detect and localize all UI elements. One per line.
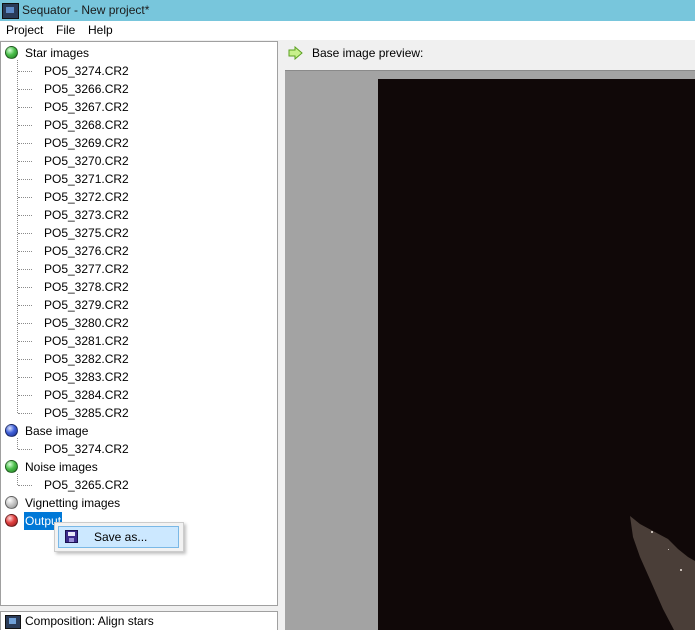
composition-status[interactable]: Composition: Align stars: [25, 614, 154, 628]
menu-bar: Project File Help: [0, 21, 695, 40]
tree-connector: [18, 269, 32, 270]
star: [680, 569, 682, 571]
tree-file-item[interactable]: PO5_3272.CR2: [44, 188, 129, 206]
star: [668, 549, 669, 550]
tree-file-item[interactable]: PO5_3273.CR2: [44, 206, 129, 224]
menu-file[interactable]: File: [55, 23, 76, 37]
tree-file-item[interactable]: PO5_3277.CR2: [44, 260, 129, 278]
tree-connector: [18, 179, 32, 180]
base-image-preview: [378, 79, 695, 630]
window-title: Sequator - New project*: [22, 3, 150, 17]
tree-file-item[interactable]: PO5_3268.CR2: [44, 116, 129, 134]
tree-connector: [18, 323, 32, 324]
tree-file-item[interactable]: PO5_3275.CR2: [44, 224, 129, 242]
tree-connector: [18, 377, 32, 378]
tree-file-item[interactable]: PO5_3282.CR2: [44, 350, 129, 368]
tree-connector: [18, 359, 32, 360]
tree-connector: [18, 251, 32, 252]
floppy-disk-icon: [65, 530, 78, 543]
tree-connector: [18, 233, 32, 234]
preview-area: [285, 70, 695, 630]
foreground-silhouette: [630, 516, 695, 630]
tree-connector: [18, 413, 32, 414]
tree-file-item[interactable]: PO5_3274.CR2: [44, 440, 129, 458]
tree-connector: [18, 107, 32, 108]
save-as-label: Save as...: [94, 530, 148, 544]
tree-file-item[interactable]: PO5_3279.CR2: [44, 296, 129, 314]
tree-connector: [18, 305, 32, 306]
output-status-icon: [5, 514, 18, 527]
sequator-app-icon: [2, 3, 19, 19]
tree-connector: [18, 71, 32, 72]
noise-images-status-icon: [5, 460, 18, 473]
tree-file-item[interactable]: PO5_3265.CR2: [44, 476, 129, 494]
base-image-status-icon: [5, 424, 18, 437]
tree-file-item[interactable]: PO5_3281.CR2: [44, 332, 129, 350]
star-images-status-icon: [5, 46, 18, 59]
tree-file-item[interactable]: PO5_3284.CR2: [44, 386, 129, 404]
composition-icon: [5, 615, 21, 629]
preview-header: Base image preview:: [286, 42, 695, 64]
tree-connector: [18, 143, 32, 144]
tree-connector: [18, 161, 32, 162]
tree-file-item[interactable]: PO5_3269.CR2: [44, 134, 129, 152]
tree-file-item[interactable]: PO5_3280.CR2: [44, 314, 129, 332]
tree-connector: [18, 197, 32, 198]
menu-help[interactable]: Help: [87, 23, 114, 37]
vignetting-images-status-icon: [5, 496, 18, 509]
tree-file-item[interactable]: PO5_3270.CR2: [44, 152, 129, 170]
tree-connector: [18, 485, 32, 486]
star: [651, 531, 653, 533]
tree-file-item[interactable]: PO5_3278.CR2: [44, 278, 129, 296]
tree-node-star-images[interactable]: Star images: [25, 44, 89, 62]
tree-connector: [18, 215, 32, 216]
green-arrow-icon: [288, 46, 303, 60]
title-bar: Sequator - New project*: [0, 0, 695, 21]
tree-node-noise-images[interactable]: Noise images: [25, 458, 98, 476]
tree-file-item[interactable]: PO5_3271.CR2: [44, 170, 129, 188]
status-bar: Composition: Align stars: [0, 611, 278, 630]
tree-connector: [18, 395, 32, 396]
tree-connector: [18, 89, 32, 90]
save-as-menu-item[interactable]: Save as...: [58, 526, 179, 548]
tree-connector: [18, 449, 32, 450]
tree-connector: [18, 287, 32, 288]
tree-connector: [17, 474, 18, 485]
tree-file-item[interactable]: PO5_3266.CR2: [44, 80, 129, 98]
tree-file-item[interactable]: PO5_3274.CR2: [44, 62, 129, 80]
menu-project[interactable]: Project: [5, 23, 44, 37]
tree-file-item[interactable]: PO5_3267.CR2: [44, 98, 129, 116]
tree-node-vignetting-images[interactable]: Vignetting images: [25, 494, 120, 512]
tree-file-item[interactable]: PO5_3285.CR2: [44, 404, 129, 422]
context-menu: Save as...: [54, 522, 184, 552]
tree-connector: [18, 125, 32, 126]
tree-file-item[interactable]: PO5_3283.CR2: [44, 368, 129, 386]
tree-file-item[interactable]: PO5_3276.CR2: [44, 242, 129, 260]
tree-connector: [18, 341, 32, 342]
preview-label: Base image preview:: [312, 46, 424, 60]
tree-connector: [17, 60, 18, 413]
tree-connector: [17, 438, 18, 449]
tree-node-base-image[interactable]: Base image: [25, 422, 88, 440]
